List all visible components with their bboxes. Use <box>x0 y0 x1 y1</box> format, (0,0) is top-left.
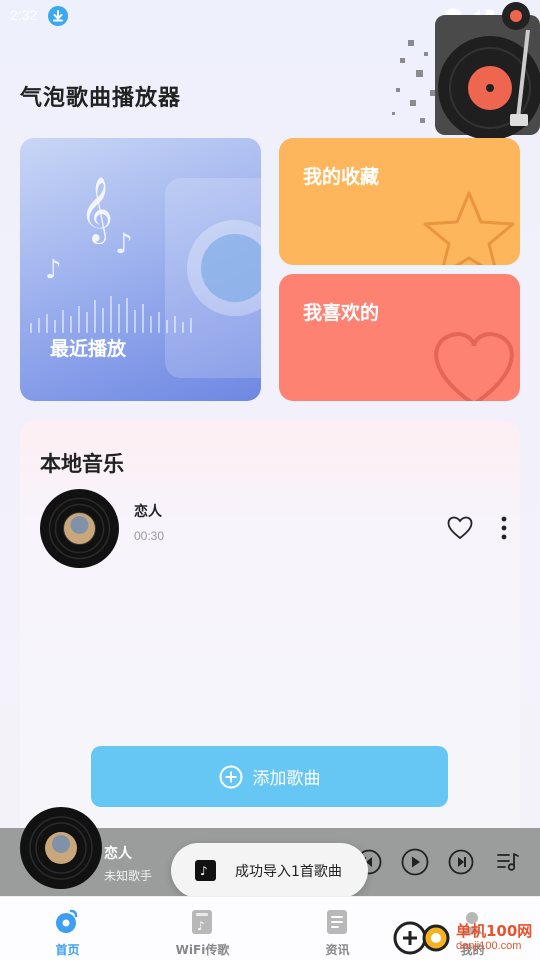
now-playing-artist: 未知歌手 <box>104 869 153 883</box>
svg-text:𝄞: 𝄞 <box>80 177 113 244</box>
music-file-icon: ♪ <box>192 910 212 934</box>
like-heart-icon[interactable] <box>447 516 473 540</box>
app-logo-icon: ♪ <box>195 860 216 881</box>
add-song-button[interactable]: 添加歌曲 <box>91 746 448 807</box>
watermark-emblem-icon <box>393 921 450 955</box>
my-favorites-card[interactable]: 我的收藏 <box>279 138 520 265</box>
tab-wifi-transfer-label: WiFi传歌 <box>175 943 230 957</box>
import-success-toast: ♪ 成功导入1首歌曲 <box>171 843 368 898</box>
local-music-panel: 本地音乐 恋人 00:30 添加歌曲 <box>20 421 520 851</box>
my-favorites-label: 我的收藏 <box>303 166 380 188</box>
play-icon[interactable] <box>401 848 429 876</box>
star-icon <box>423 191 515 265</box>
heart-outline-icon <box>434 332 514 401</box>
add-song-label: 添加歌曲 <box>252 769 321 789</box>
recent-played-label: 最近播放 <box>50 338 127 360</box>
turntable-illustration <box>390 0 540 140</box>
tab-home-label: 首页 <box>55 943 80 957</box>
song-vinyl-icon <box>40 489 119 568</box>
svg-text:♪: ♪ <box>45 255 62 285</box>
now-playing-vinyl-icon <box>20 807 102 889</box>
tab-home[interactable]: 首页 <box>0 897 135 960</box>
add-circle-icon <box>219 765 242 788</box>
svg-text:♪: ♪ <box>200 864 208 878</box>
my-liked-label: 我喜欢的 <box>303 302 380 324</box>
song-duration: 00:30 <box>134 529 165 543</box>
toast-message: 成功导入1首歌曲 <box>235 864 342 880</box>
watermark-logo: 单机100网 danji100.com <box>392 914 540 960</box>
watermark-text: 单机100网 <box>456 922 533 940</box>
tab-wifi-transfer[interactable]: ♪ WiFi传歌 <box>135 897 270 960</box>
playlist-icon[interactable] <box>496 850 520 874</box>
now-playing-title: 恋人 <box>104 846 132 862</box>
watermark-url: danji100.com <box>456 940 522 952</box>
svg-text:♪: ♪ <box>197 919 205 933</box>
more-options-icon[interactable] <box>495 514 513 542</box>
local-music-title: 本地音乐 <box>40 452 124 476</box>
download-icon <box>48 6 68 26</box>
app-title: 气泡歌曲播放器 <box>20 86 182 111</box>
status-time: 2:32 <box>10 7 38 23</box>
recent-played-card[interactable]: 𝄞 ♪ ♪ 最近播放 <box>20 138 261 401</box>
document-icon <box>327 910 347 934</box>
my-liked-card[interactable]: 我喜欢的 <box>279 274 520 401</box>
next-track-icon[interactable] <box>448 849 474 875</box>
tab-news-label: 资讯 <box>325 943 350 957</box>
song-title: 恋人 <box>134 504 162 520</box>
home-disc-icon <box>56 909 78 933</box>
music-art-icon: 𝄞 ♪ ♪ <box>30 177 261 378</box>
tab-news[interactable]: 资讯 <box>270 897 405 960</box>
svg-text:♪: ♪ <box>115 227 133 260</box>
